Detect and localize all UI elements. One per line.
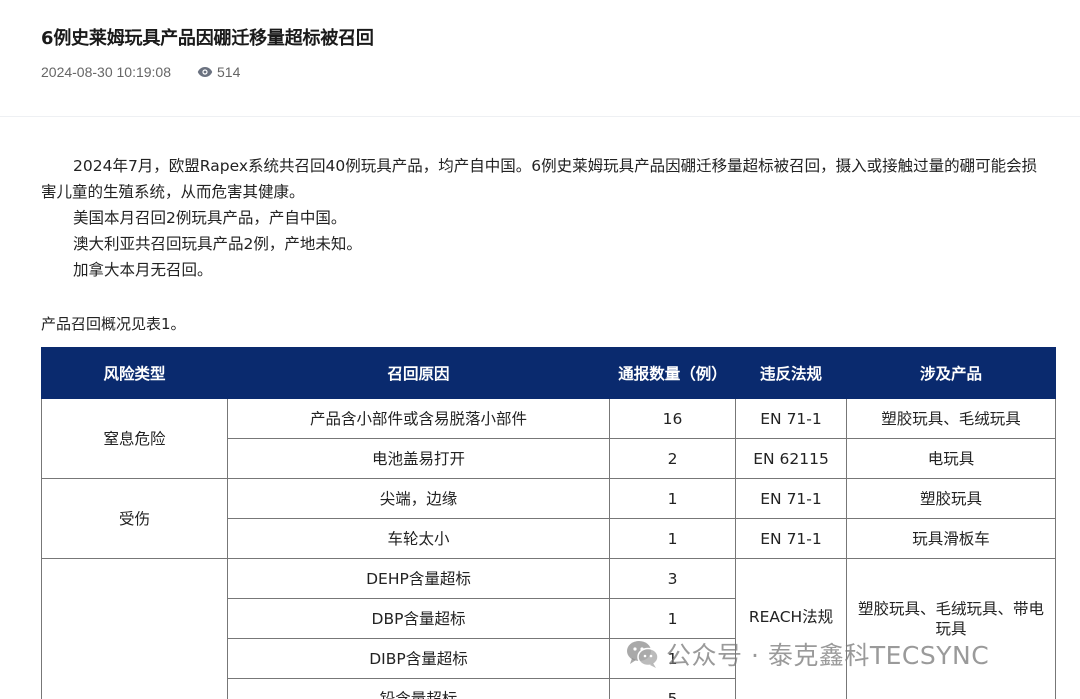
count-cell: 5 [609,678,736,699]
risk-type-cell: 受伤 [41,478,228,559]
column-header: 召回原因 [227,347,610,399]
table-row: 窒息危险 产品含小部件或含易脱落小部件 16 EN 71-1 塑胶玩具、毛绒玩具 [41,398,1056,479]
regulation-cell: EN 71-1 [735,518,847,559]
regulation-cell: EN 62115 [735,438,847,479]
products-cell: 塑胶玩具、毛绒玩具 [846,398,1056,439]
risk-type-cell: 窒息危险 [41,398,228,479]
reason-cell: DIBP含量超标 [227,638,610,679]
risk-type-cell [41,558,228,699]
eye-icon [197,67,213,77]
table-row: 受伤 尖端，边缘 1 EN 71-1 塑胶玩具 [41,478,1056,559]
view-count-value: 514 [217,64,241,80]
count-cell: 16 [609,398,736,439]
count-cell: 3 [609,558,736,599]
count-cell: 1 [609,598,736,639]
watermark: 公众号 · 泰克鑫科TECSYNC [626,636,989,672]
paragraph: 2024年7月，欧盟Rapex系统共召回40例玩具产品，均产自中国。6例史莱姆玩… [41,157,1038,201]
column-header: 违反法规 [735,347,847,399]
products-cell: 玩具滑板车 [846,518,1056,559]
table-row: DEHP含量超标 3 REACH法规 塑胶玩具、毛绒玩具、带电玩具 [41,558,1056,699]
article-header: 6例史莱姆玩具产品因硼迁移量超标被召回 2024-08-30 10:19:08 … [0,0,1080,117]
reason-cell: DEHP含量超标 [227,558,610,599]
view-count: 514 [197,64,240,80]
publish-date: 2024-08-30 10:19:08 [41,64,171,80]
reason-cell: 产品含小部件或含易脱落小部件 [227,398,610,439]
reason-cell: 尖端，边缘 [227,478,610,519]
watermark-text: 公众号 · 泰克鑫科TECSYNC [666,641,990,670]
regulation-cell: EN 71-1 [735,398,847,439]
products-cell: 塑胶玩具、毛绒玩具、带电玩具 [846,558,1056,699]
count-cell: 1 [609,518,736,559]
column-header: 风险类型 [41,347,228,399]
table-caption: 产品召回概况见表1。 [41,315,186,333]
products-cell: 塑胶玩具 [846,478,1056,519]
reason-cell: DBP含量超标 [227,598,610,639]
reason-cell: 电池盖易打开 [227,438,610,479]
reason-cell: 铅含量超标 [227,678,610,699]
column-header: 涉及产品 [846,347,1056,399]
count-cell: 2 [609,438,736,479]
paragraph: 澳大利亚共召回玩具产品2例，产地未知。 [73,235,362,253]
article-page: 6例史莱姆玩具产品因硼迁移量超标被召回 2024-08-30 10:19:08 … [0,0,1080,699]
table-header-row: 风险类型 召回原因 通报数量（例） 违反法规 涉及产品 [41,347,1056,399]
paragraph: 美国本月召回2例玩具产品，产自中国。 [73,209,347,227]
paragraph: 加拿大本月无召回。 [73,261,213,279]
reason-cell: 车轮太小 [227,518,610,559]
products-cell: 电玩具 [846,438,1056,479]
count-cell: 1 [609,478,736,519]
regulation-cell: EN 71-1 [735,478,847,519]
regulation-cell: REACH法规 [735,558,847,699]
article-body: 2024年7月，欧盟Rapex系统共召回40例玩具产品，均产自中国。6例史莱姆玩… [41,153,1051,283]
article-meta: 2024-08-30 10:19:08 514 [41,64,240,80]
article-title: 6例史莱姆玩具产品因硼迁移量超标被召回 [41,28,374,49]
wechat-icon [627,641,659,668]
column-header: 通报数量（例） [609,347,736,399]
